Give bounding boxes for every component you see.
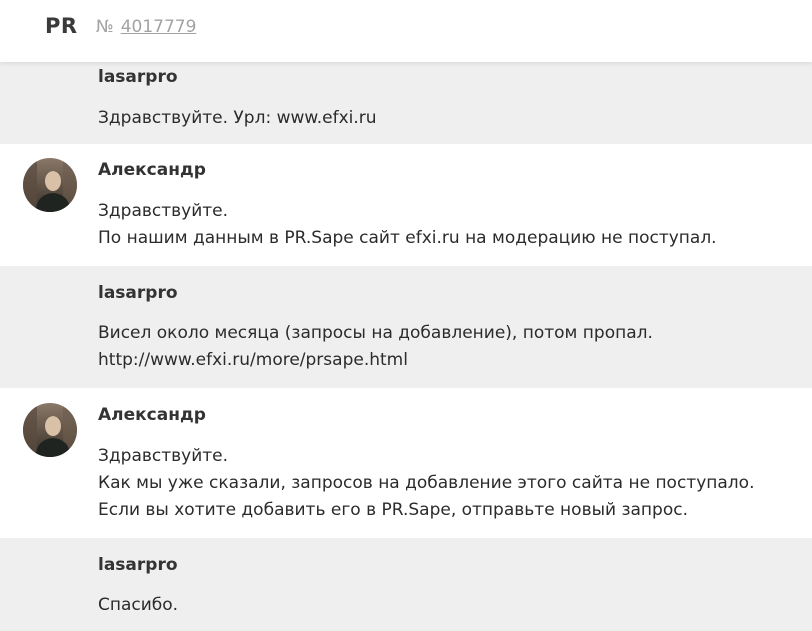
author-avatar [23, 158, 77, 212]
author-avatar [23, 403, 77, 457]
ticket-number-link[interactable]: 4017779 [121, 17, 197, 37]
message-body: Висел около месяца (запросы на добавлени… [98, 320, 653, 374]
message-item: lasarpro Здравствуйте. Урл: www.efxi.ru [0, 62, 812, 144]
message-line: Здравствуйте. [98, 446, 229, 466]
avatar-photo-icon [23, 403, 77, 457]
message-author: Александр [98, 405, 206, 425]
avatar-photo-icon [23, 158, 77, 212]
message-author: Александр [98, 160, 206, 180]
message-thread: lasarpro Здравствуйте. Урл: www.efxi.ru [0, 62, 812, 631]
message-item: Александр Здравствуйте. По нашим данным … [0, 144, 812, 266]
message-item: lasarpro Спасибо. [0, 538, 812, 631]
message-line: Как мы уже сказали, запросов на добавлен… [98, 473, 755, 493]
message-line: Здравствуйте. [98, 201, 229, 221]
message-line: Висел около месяца (запросы на добавлени… [98, 323, 653, 343]
message-body: Здравствуйте. По нашим данным в PR.Sape … [98, 198, 717, 252]
message-item: lasarpro Висел около месяца (запросы на … [0, 266, 812, 388]
message-body: Здравствуйте. Урл: www.efxi.ru [98, 105, 377, 132]
message-author: lasarpro [98, 283, 178, 303]
message-line: Здравствуйте. Урл: www.efxi.ru [98, 108, 377, 128]
message-line: Спасибо. [98, 595, 179, 615]
ticket-number-sign: № [96, 17, 114, 37]
ticket-id: № 4017779 [96, 17, 196, 37]
message-body: Здравствуйте. Как мы уже сказали, запрос… [98, 443, 754, 524]
app-header: PR № 4017779 [0, 0, 812, 62]
brand-logo[interactable]: PR [45, 14, 78, 38]
message-author: lasarpro [98, 555, 178, 575]
message-author: lasarpro [98, 67, 178, 87]
message-body: Спасибо. [98, 592, 178, 619]
message-line: По нашим данным в PR.Sape сайт efxi.ru н… [98, 228, 717, 248]
message-line: Если вы хотите добавить его в PR.Sape, о… [98, 500, 688, 520]
message-line: http://www.efxi.ru/more/prsape.html [98, 350, 408, 370]
message-item: Александр Здравствуйте. Как мы уже сказа… [0, 388, 812, 538]
